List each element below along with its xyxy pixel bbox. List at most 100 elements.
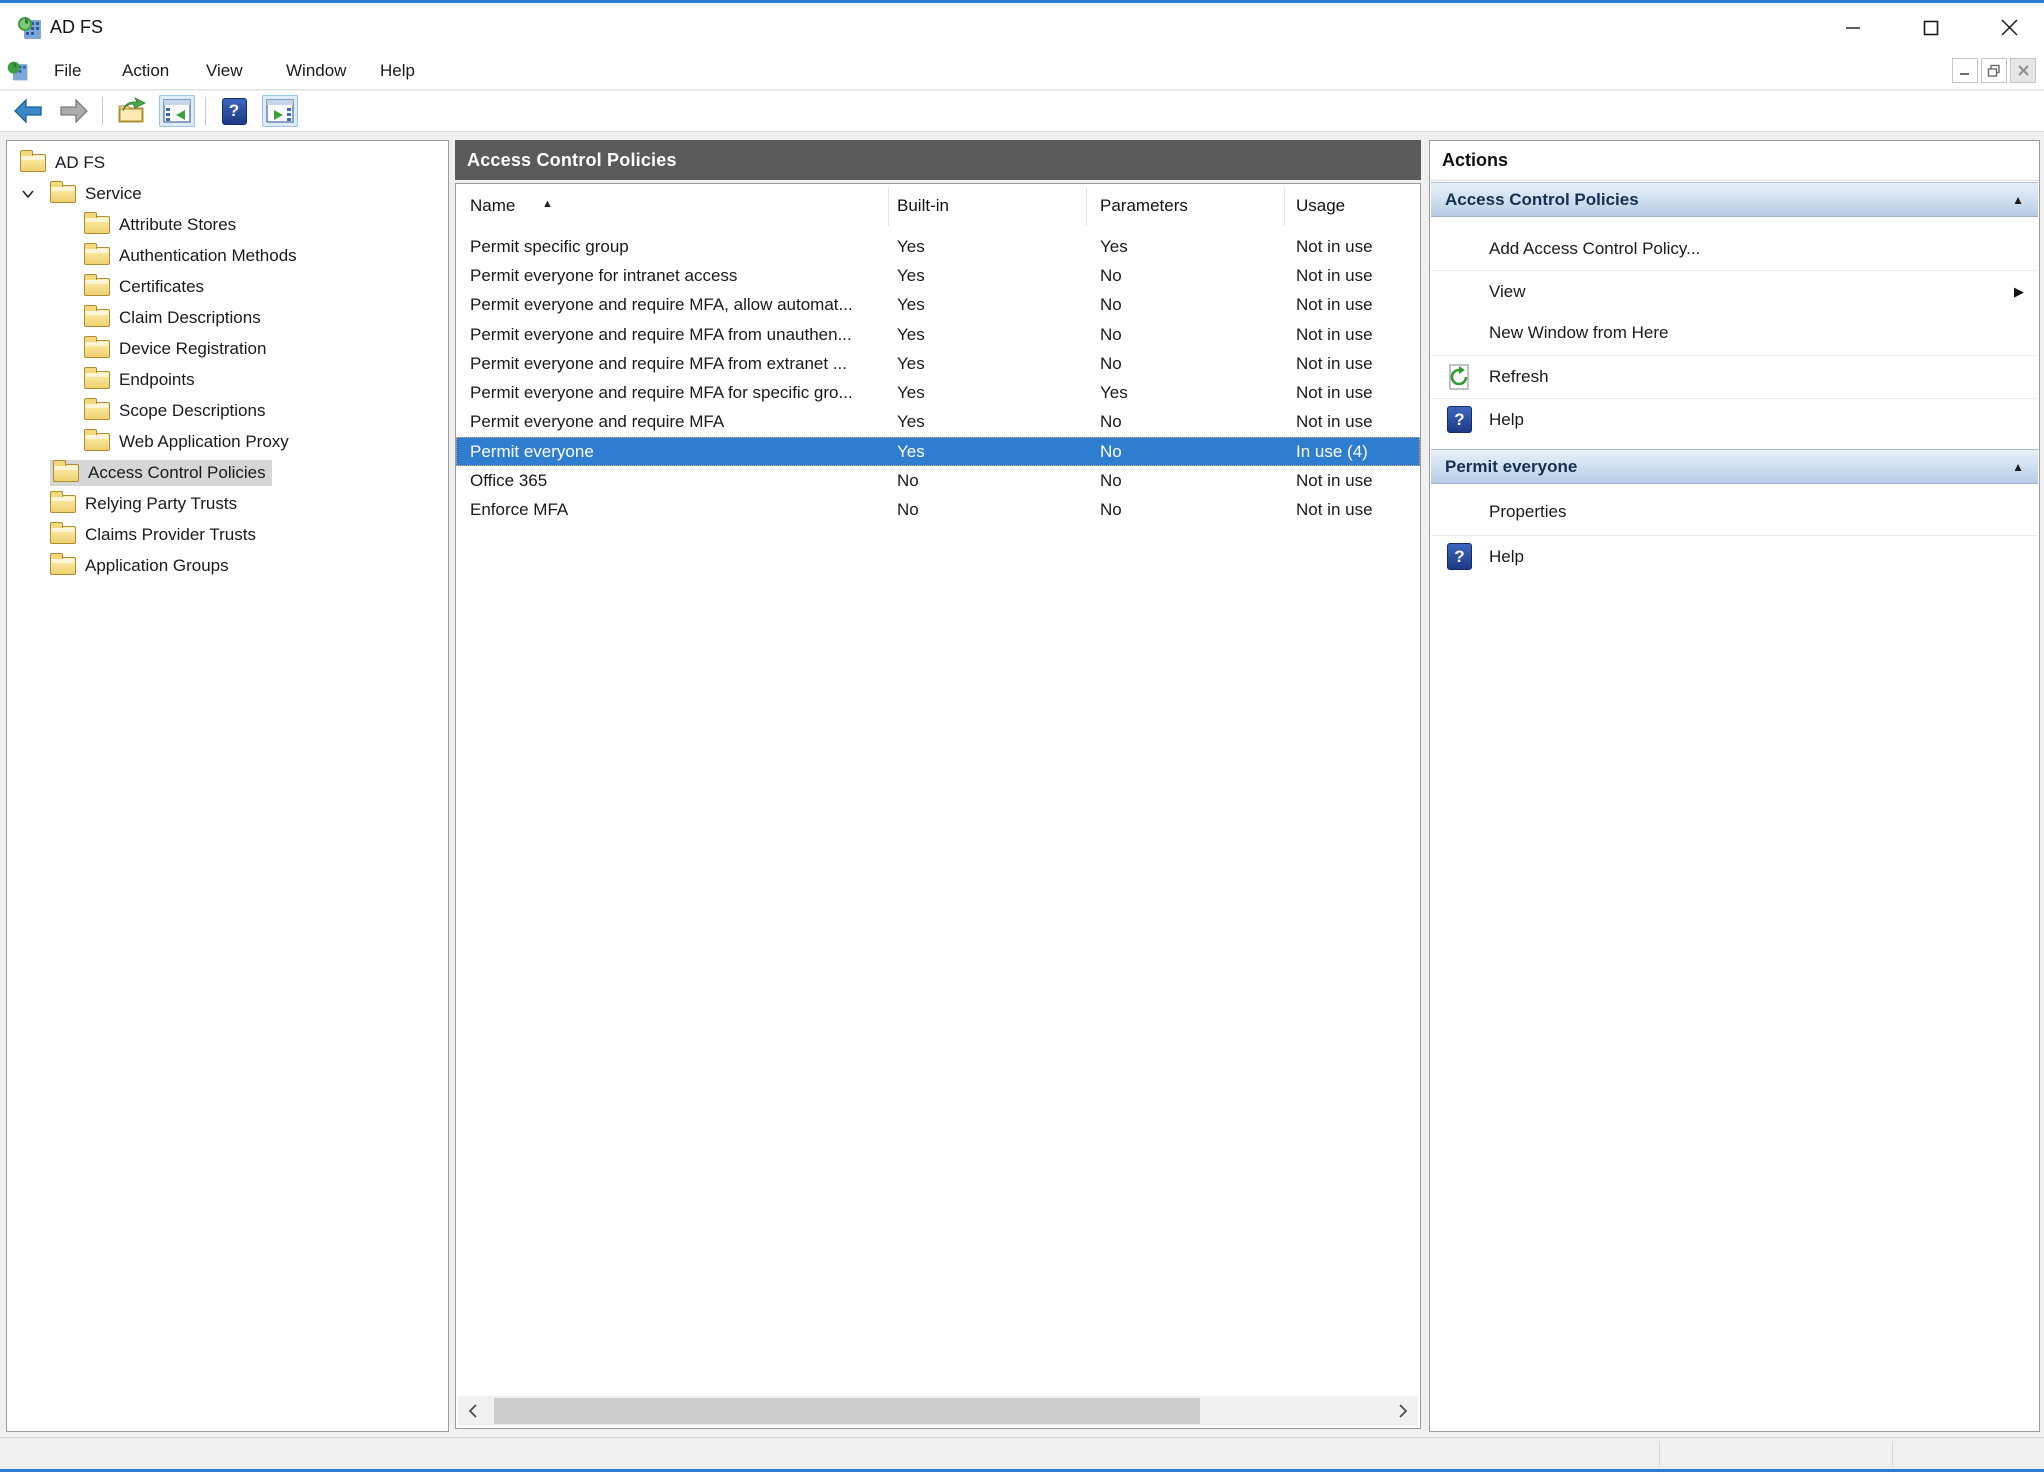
policy-rows: Permit specific groupYesYesNot in use Pe… — [456, 232, 1420, 525]
help-icon: ? — [1431, 543, 1473, 570]
tree-item-claims-provider-trusts[interactable]: Claims Provider Trusts — [7, 519, 448, 550]
tree-item-device-registration[interactable]: Device Registration — [7, 333, 448, 364]
toolbar: ? — [0, 91, 2044, 132]
action-add-access-control-policy[interactable]: Add Access Control Policy... — [1431, 228, 2038, 270]
scroll-left-icon[interactable] — [458, 1396, 488, 1426]
table-row[interactable]: Permit everyone and require MFA, allow a… — [456, 291, 1420, 320]
results-panel: Access Control Policies Name ▲ Built-in … — [455, 140, 1421, 1432]
child-close-button[interactable] — [2010, 58, 2036, 83]
help-icon: ? — [1431, 406, 1473, 433]
results-panel-header: Access Control Policies — [455, 140, 1421, 180]
table-row[interactable]: Permit everyone and require MFA from ext… — [456, 349, 1420, 378]
folder-icon — [84, 402, 110, 420]
table-row[interactable]: Permit everyone and require MFAYesNoNot … — [456, 408, 1420, 437]
folder-icon — [84, 216, 110, 234]
title-bar: AD FS — [0, 3, 2044, 52]
show-console-tree-icon[interactable] — [159, 95, 195, 127]
window-title: AD FS — [50, 17, 103, 38]
table-row[interactable]: Office 365NoNoNot in use — [456, 466, 1420, 495]
tree-item-web-application-proxy[interactable]: Web Application Proxy — [7, 426, 448, 457]
folder-icon — [50, 557, 76, 575]
navigation-tree-panel: AD FS Service Attribute Stores Authentic… — [6, 140, 449, 1432]
adfs-management-console: { "window": { "title": "AD FS" }, "menu"… — [0, 0, 2044, 1472]
action-permit-everyone-help[interactable]: ? Help — [1431, 535, 2038, 577]
tree-item-access-control-policies[interactable]: Access Control Policies — [7, 457, 448, 488]
child-restore-button[interactable] — [1981, 58, 2007, 83]
tree-item-authentication-methods[interactable]: Authentication Methods — [7, 240, 448, 271]
child-minimize-button[interactable] — [1952, 58, 1978, 83]
menu-bar: File Action View Window Help — [0, 52, 2044, 90]
folder-icon — [50, 495, 76, 513]
tree-item-adfs-root[interactable]: AD FS — [7, 147, 448, 178]
menu-file[interactable]: File — [44, 52, 91, 90]
back-icon[interactable] — [10, 95, 46, 127]
export-list-icon[interactable] — [113, 95, 149, 127]
folder-icon — [84, 340, 110, 358]
policy-list: Name ▲ Built-in Parameters Usage Permit … — [455, 183, 1421, 1429]
folder-icon — [50, 526, 76, 544]
column-header-parameters[interactable]: Parameters — [1100, 196, 1188, 216]
column-header-usage[interactable]: Usage — [1296, 196, 1345, 216]
action-new-window-from-here[interactable]: New Window from Here — [1431, 312, 2038, 354]
menu-window[interactable]: Window — [276, 52, 356, 90]
column-header-name[interactable]: Name — [470, 196, 515, 216]
tree-item-certificates[interactable]: Certificates — [7, 271, 448, 302]
actions-section-permit-everyone[interactable]: Permit everyone ▲ — [1431, 449, 2038, 484]
action-properties[interactable]: Properties — [1431, 491, 2038, 533]
folder-icon — [50, 185, 76, 203]
folder-icon — [20, 154, 46, 172]
actions-section-access-control-policies[interactable]: Access Control Policies ▲ — [1431, 182, 2038, 217]
results-panel-title: Access Control Policies — [467, 150, 677, 171]
minimize-button[interactable] — [1822, 3, 1884, 52]
menu-action[interactable]: Action — [112, 52, 179, 90]
show-action-pane-icon[interactable] — [262, 95, 298, 127]
action-refresh[interactable]: Refresh — [1431, 355, 2038, 397]
forward-icon[interactable] — [56, 95, 92, 127]
collapse-section-icon[interactable]: ▲ — [2012, 460, 2024, 474]
scroll-right-icon[interactable] — [1388, 1396, 1418, 1426]
table-row[interactable]: Permit everyone and require MFA from una… — [456, 320, 1420, 349]
table-row[interactable]: Enforce MFANoNoNot in use — [456, 496, 1420, 525]
tree-item-application-groups[interactable]: Application Groups — [7, 550, 448, 581]
tree-selection-highlight: Access Control Policies — [50, 460, 272, 486]
scrollbar-thumb[interactable] — [494, 1398, 1200, 1424]
horizontal-scrollbar[interactable] — [458, 1396, 1418, 1426]
refresh-icon — [1431, 363, 1473, 391]
console-tree: AD FS Service Attribute Stores Authentic… — [7, 147, 448, 581]
tree-item-relying-party-trusts[interactable]: Relying Party Trusts — [7, 488, 448, 519]
mmc-child-window-controls — [1952, 58, 2036, 83]
collapse-section-icon[interactable]: ▲ — [2012, 193, 2024, 207]
folder-icon — [84, 309, 110, 327]
close-button[interactable] — [1978, 3, 2040, 52]
actions-pane-title: Actions — [1430, 141, 2039, 181]
menu-view[interactable]: View — [196, 52, 253, 90]
maximize-button[interactable] — [1900, 3, 1962, 52]
actions-panel: Actions Access Control Policies ▲ Add Ac… — [1429, 140, 2040, 1432]
tree-item-endpoints[interactable]: Endpoints — [7, 364, 448, 395]
sort-ascending-icon: ▲ — [542, 198, 553, 210]
action-view[interactable]: View ▶ — [1431, 270, 2038, 312]
adfs-app-icon — [16, 14, 44, 47]
folder-icon — [84, 371, 110, 389]
table-row[interactable]: Permit specific groupYesYesNot in use — [456, 232, 1420, 261]
chevron-down-icon[interactable] — [20, 186, 50, 202]
table-row[interactable]: Permit everyone and require MFA for spec… — [456, 378, 1420, 407]
table-row-selected[interactable]: Permit everyoneYesNoIn use (4) — [456, 437, 1420, 466]
tree-item-scope-descriptions[interactable]: Scope Descriptions — [7, 395, 448, 426]
folder-icon — [84, 433, 110, 451]
list-column-headers: Name ▲ Built-in Parameters Usage — [456, 184, 1420, 229]
help-icon[interactable]: ? — [216, 95, 252, 127]
toolbar-separator — [205, 97, 206, 125]
tree-item-attribute-stores[interactable]: Attribute Stores — [7, 209, 448, 240]
menu-help[interactable]: Help — [370, 52, 425, 90]
action-help[interactable]: ? Help — [1431, 398, 2038, 440]
column-header-built-in[interactable]: Built-in — [897, 196, 949, 216]
status-bar — [0, 1437, 2044, 1469]
folder-icon — [53, 464, 79, 482]
tree-item-claim-descriptions[interactable]: Claim Descriptions — [7, 302, 448, 333]
toolbar-separator — [102, 97, 103, 125]
adfs-app-icon-small — [6, 59, 30, 88]
folder-icon — [84, 278, 110, 296]
table-row[interactable]: Permit everyone for intranet accessYesNo… — [456, 261, 1420, 290]
tree-item-service[interactable]: Service — [7, 178, 448, 209]
